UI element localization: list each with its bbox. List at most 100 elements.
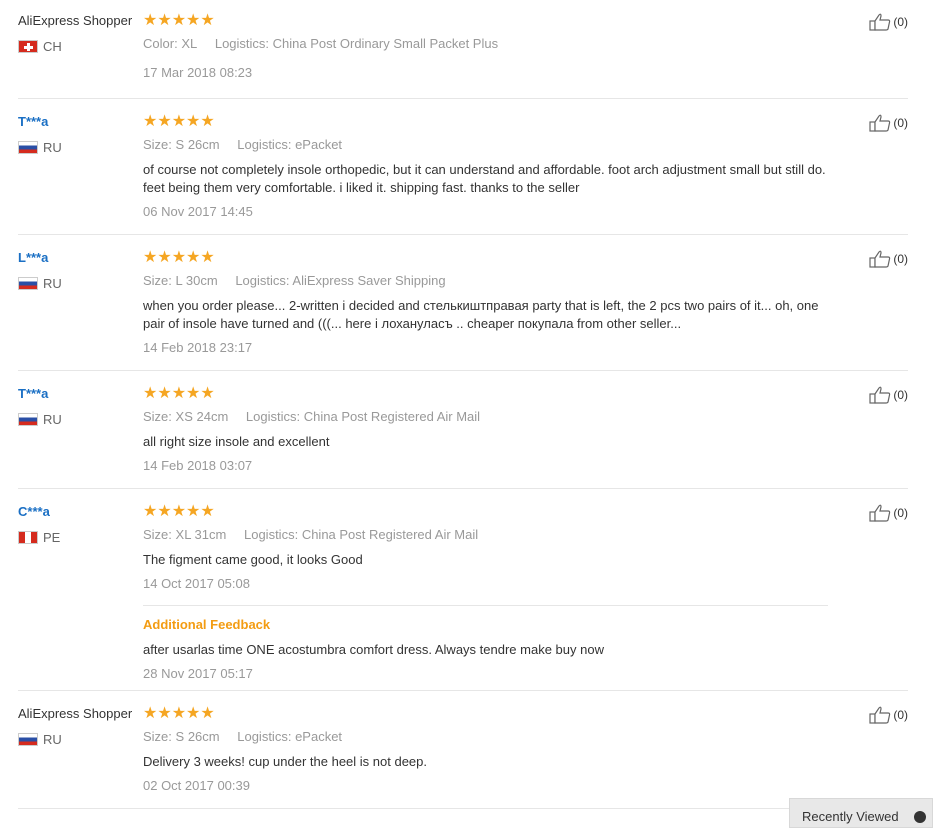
helpful-button[interactable]: (0) [869,114,908,132]
attr-value: S 26cm [175,729,220,744]
review-user: T***a RU [18,114,143,155]
star-rating: ★★★★★ [143,113,215,130]
country-code: RU [43,412,62,427]
star-rating: ★★★★★ [143,12,215,29]
star-rating: ★★★★★ [143,249,215,266]
review-list: AliExpress Shopper CH ★★★★★ Color: XL Lo… [18,0,908,809]
review-meta: Size: S 26cm Logistics: ePacket [143,136,828,154]
flag-icon [18,40,38,53]
attr-value: L 30cm [175,273,218,288]
attr-value: XL 31cm [175,527,227,542]
review-meta: Size: L 30cm Logistics: AliExpress Saver… [143,272,828,290]
helpful-button[interactable]: (0) [869,386,908,404]
thumbs-up-icon [869,504,891,522]
attr-label: Size: [143,729,172,744]
helpful-count: (0) [893,116,908,130]
user-name: AliExpress Shopper [18,13,133,28]
helpful-count: (0) [893,15,908,29]
review-date: 06 Nov 2017 14:45 [143,204,253,219]
user-name[interactable]: T***a [18,114,143,130]
logistics-label: Logistics: [235,273,290,288]
logistics-value: China Post Ordinary Small Packet Plus [272,36,499,51]
logistics-value: ePacket [295,729,343,744]
logistics-label: Logistics: [245,409,301,424]
review-user: C***a PE [18,504,143,545]
attr-label: Size: [143,273,172,288]
user-country: CH [18,39,143,54]
review-item: AliExpress Shopper CH ★★★★★ Color: XL Lo… [18,0,908,99]
review-item: T***a RU ★★★★★ Size: XS 24cm Logistics: … [18,371,908,489]
user-country: RU [18,276,143,291]
user-name[interactable]: L***a [18,250,143,266]
review-text: of course not completely insole orthoped… [143,162,826,195]
review-text: when you order please... 2-written i dec… [143,298,819,331]
review-content: ★★★★★ Size: L 30cm Logistics: AliExpress… [143,235,908,357]
review-content: ★★★★★ Size: XS 24cm Logistics: China Pos… [143,371,908,475]
user-country: PE [18,530,143,545]
review-date: 17 Mar 2018 08:23 [143,65,253,80]
attr-value: XL [181,36,198,51]
logistics-label: Logistics: [243,527,299,542]
review-date: 14 Oct 2017 05:08 [143,576,250,591]
helpful-count: (0) [893,388,908,402]
country-code: RU [43,732,62,747]
review-text: Delivery 3 weeks! cup under the heel is … [143,754,428,769]
review-meta: Size: S 26cm Logistics: ePacket [143,728,828,746]
review-meta: Size: XS 24cm Logistics: China Post Regi… [143,408,828,426]
logistics-label: Logistics: [237,137,292,152]
country-code: CH [43,39,62,54]
review-item: T***a RU ★★★★★ Size: S 26cm Logistics: e… [18,99,908,235]
thumbs-up-icon [869,706,891,724]
review-date: 14 Feb 2018 23:17 [143,340,253,355]
review-text: The figment came good, it looks Good [143,552,363,567]
chevron-up-icon [914,811,926,823]
helpful-count: (0) [893,506,908,520]
logistics-value: China Post Registered Air Mail [301,527,479,542]
thumbs-up-icon [869,114,891,132]
attr-label: Size: [143,527,172,542]
review-content: ★★★★★ Size: XL 31cm Logistics: China Pos… [143,489,908,683]
review-item: L***a RU ★★★★★ Size: L 30cm Logistics: A… [18,235,908,371]
review-user: AliExpress Shopper CH [18,13,143,54]
star-rating: ★★★★★ [143,705,215,722]
user-country: RU [18,412,143,427]
helpful-button[interactable]: (0) [869,13,908,31]
review-content: ★★★★★ Size: S 26cm Logistics: ePacket of… [143,99,908,221]
star-rating: ★★★★★ [143,385,215,402]
helpful-button[interactable]: (0) [869,250,908,268]
review-date: 02 Oct 2017 00:39 [143,778,250,793]
review-meta: Color: XL Logistics: China Post Ordinary… [143,35,828,53]
review-item: AliExpress Shopper RU ★★★★★ Size: S 26cm… [18,691,908,809]
review-content: ★★★★★ Color: XL Logistics: China Post Or… [143,0,908,82]
country-code: PE [43,530,61,545]
user-name[interactable]: C***a [18,504,143,520]
review-text: all right size insole and excellent [143,434,330,449]
flag-icon [18,141,38,154]
star-rating: ★★★★★ [143,503,215,520]
additional-feedback-title: Additional Feedback [143,617,271,632]
additional-feedback-text: after usarlas time ONE acostumbra comfor… [143,642,604,657]
helpful-button[interactable]: (0) [869,706,908,724]
logistics-label: Logistics: [214,36,270,51]
attr-label: Color: [143,36,178,51]
thumbs-up-icon [869,13,891,31]
attr-label: Size: [143,137,172,152]
logistics-value: AliExpress Saver Shipping [292,273,446,288]
additional-feedback-date: 28 Nov 2017 05:17 [143,666,253,681]
review-user: T***a RU [18,386,143,427]
user-name: AliExpress Shopper [18,706,133,721]
logistics-value: ePacket [295,137,343,152]
helpful-button[interactable]: (0) [869,504,908,522]
user-name[interactable]: T***a [18,386,143,402]
helpful-count: (0) [893,252,908,266]
helpful-count: (0) [893,708,908,722]
flag-icon [18,413,38,426]
thumbs-up-icon [869,250,891,268]
thumbs-up-icon [869,386,891,404]
flag-icon [18,277,38,290]
flag-icon [18,531,38,544]
recently-viewed-button[interactable]: Recently Viewed [789,798,933,828]
user-country: RU [18,140,143,155]
review-content: ★★★★★ Size: S 26cm Logistics: ePacket De… [143,691,908,795]
recently-viewed-label: Recently Viewed [802,809,899,824]
